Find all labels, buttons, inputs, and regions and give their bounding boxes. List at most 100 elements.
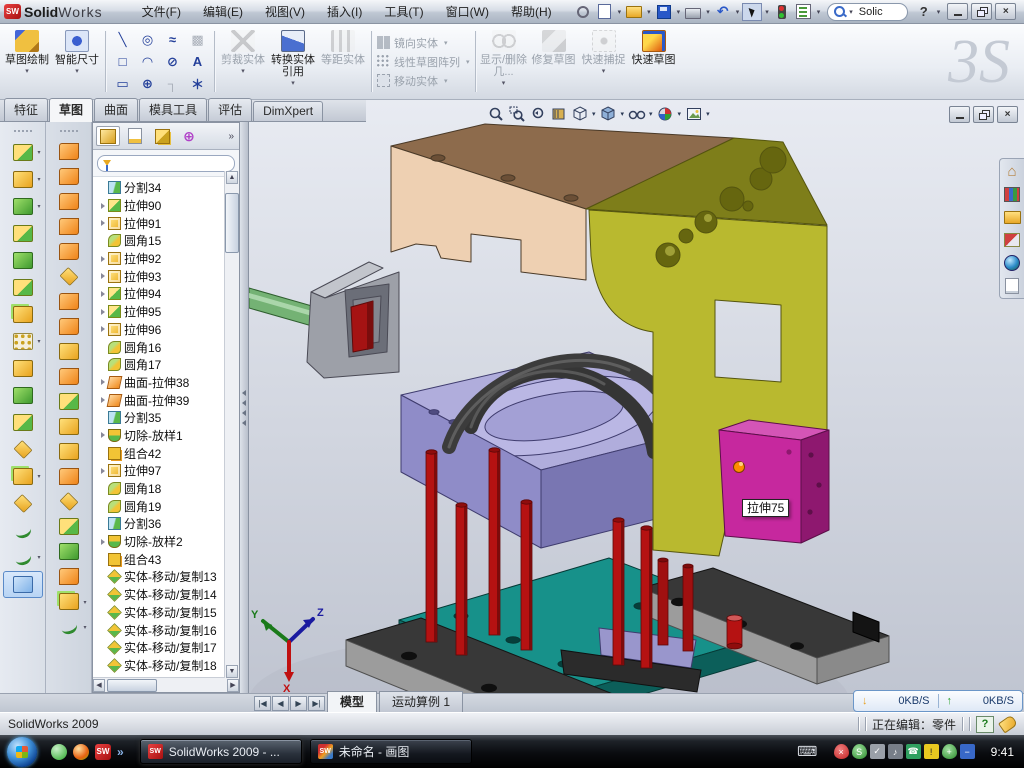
scroll-left-icon[interactable]: ◀ (93, 679, 105, 692)
tree-item[interactable]: 组合42 (95, 444, 239, 462)
toolbar-button[interactable]: ▾ (3, 571, 43, 598)
tree-item[interactable]: 拉伸92 (95, 250, 239, 268)
apply-scene-icon[interactable] (684, 104, 703, 123)
scroll-thumb[interactable] (225, 193, 239, 253)
insert-block-magenta[interactable] (719, 420, 829, 543)
menu-item[interactable]: 编辑(E) (192, 0, 254, 23)
tree-item[interactable]: 拉伸90 (95, 197, 239, 215)
tree-item[interactable]: 圆角16 (95, 338, 239, 356)
tree-item[interactable]: 实体-移动/复制15 (95, 604, 239, 622)
graphics-area[interactable]: Y Z X ▾ ▾ (248, 100, 1024, 693)
expand-arrow-icon[interactable] (101, 539, 105, 545)
ribbon-tab[interactable]: DimXpert (253, 101, 323, 121)
search-input[interactable] (857, 5, 901, 19)
document-tab[interactable]: 运动算例 1 (379, 691, 463, 712)
expand-arrow-icon[interactable] (101, 273, 105, 279)
tree-item[interactable]: 拉伸94 (95, 285, 239, 303)
scroll-up-icon[interactable]: ▲ (226, 171, 238, 184)
options-icon[interactable] (794, 3, 814, 21)
toolbar-button[interactable]: ▾ (3, 139, 43, 166)
warning-icon[interactable]: ! (924, 744, 939, 759)
menu-item[interactable]: 视图(V) (254, 0, 316, 23)
tree-item[interactable]: 切除-放样2 (95, 533, 239, 551)
pattern-tool-button[interactable]: 线性草图阵列 ▾ (377, 54, 470, 70)
appearances-icon[interactable] (1003, 254, 1021, 272)
smart-dimension-button[interactable]: 智能尺寸 ▾ (52, 27, 102, 96)
trim-entities-button[interactable]: 剪裁实体 ▾ (218, 27, 268, 96)
display-delete-relations-button[interactable]: 显示/删除几... ▾ (479, 27, 529, 96)
select-tool-icon[interactable] (742, 3, 762, 21)
doc-close-button[interactable]: × (997, 106, 1018, 123)
toolbar-button[interactable]: ▾ (3, 274, 43, 301)
sketch-entity-icon[interactable]: ◎ (135, 29, 160, 51)
toolbar-button[interactable]: ▾ (3, 328, 43, 355)
view-orientation-icon[interactable] (570, 104, 589, 123)
sketch-entity-icon[interactable]: □ (110, 51, 135, 73)
tree-item[interactable]: 拉伸96 (95, 321, 239, 339)
configurationmanager-tab[interactable] (150, 126, 174, 146)
tree-item[interactable]: 曲面-拉伸39 (95, 391, 239, 409)
sketch-entity-icon[interactable]: A (185, 51, 210, 73)
quicklaunch-app-icon[interactable] (73, 744, 89, 760)
sketch-entity-icon[interactable]: ＊ (185, 73, 210, 95)
toolbar-button[interactable]: ▾ (3, 193, 43, 220)
panel-splitter[interactable] (240, 122, 248, 693)
file-explorer-icon[interactable] (1003, 208, 1021, 226)
tree-item[interactable]: 分割34 (95, 179, 239, 197)
help-icon[interactable]: ? (914, 3, 934, 21)
print-icon[interactable] (683, 3, 703, 21)
more-tabs-chevron[interactable]: » (228, 131, 236, 142)
pattern-tool-button[interactable]: 移动实体 ▾ (377, 73, 470, 89)
menu-item[interactable]: 工具(T) (373, 0, 434, 23)
toolbar-button[interactable]: ▾ (49, 489, 89, 514)
scroll-right-icon[interactable]: ▶ (227, 679, 239, 692)
expand-arrow-icon[interactable] (101, 291, 105, 297)
expand-arrow-icon[interactable] (101, 379, 105, 385)
sketch-entity-icon[interactable]: ⊘ (160, 51, 185, 73)
featuremanager-tab[interactable] (96, 126, 120, 146)
offset-entities-button[interactable]: 等距实体 (318, 27, 368, 96)
custom-properties-icon[interactable] (1003, 277, 1021, 295)
tree-item[interactable]: 组合43 (95, 550, 239, 568)
model-3d-scene[interactable]: Y Z X (249, 100, 1024, 693)
menu-item[interactable]: 帮助(H) (500, 0, 563, 23)
minimize-button[interactable] (947, 3, 968, 20)
previous-view-icon[interactable] (528, 104, 547, 123)
tree-item[interactable]: 圆角15 (95, 232, 239, 250)
tree-item[interactable]: 分割36 (95, 515, 239, 533)
tree-item[interactable]: 实体-移动/复制14 (95, 586, 239, 604)
open-icon[interactable] (624, 3, 644, 21)
toolbar-button[interactable]: ▾ (3, 463, 43, 490)
tree-item[interactable]: 拉伸91 (95, 214, 239, 232)
prev-tab-icon[interactable]: ◀ (272, 696, 289, 711)
shield-plus-icon[interactable]: + (942, 744, 957, 759)
tree-horizontal-scrollbar[interactable]: ◀ ▶ (93, 677, 239, 692)
ribbon-tab[interactable]: 评估 (208, 98, 252, 121)
rebuild-traffic-light-icon[interactable] (772, 3, 792, 21)
toolbar-button[interactable]: ▾ (49, 364, 89, 389)
tag-icon[interactable] (998, 714, 1018, 733)
toolbar-button[interactable]: ▾ (3, 301, 43, 328)
toolbar-button[interactable]: ▾ (3, 409, 43, 436)
toolbar-button[interactable]: ▾ (3, 517, 43, 544)
tree-item[interactable]: 切除-放样1 (95, 427, 239, 445)
save-icon[interactable] (654, 3, 674, 21)
sketch-button[interactable]: 草图绘制 ▾ (2, 27, 52, 96)
expand-arrow-icon[interactable] (101, 256, 105, 262)
tree-item[interactable]: 实体-移动/复制16 (95, 621, 239, 639)
first-tab-icon[interactable]: |◀ (254, 696, 271, 711)
toolbar-button[interactable]: ▾ (49, 589, 89, 614)
toolbar-button[interactable]: ▾ (49, 239, 89, 264)
propertymanager-tab[interactable] (123, 126, 147, 146)
palette-icon[interactable] (1003, 231, 1021, 249)
toolbar-button[interactable]: ▾ (3, 490, 43, 517)
tree-item[interactable]: 圆角17 (95, 356, 239, 374)
pin-toolbar-icon[interactable] (573, 3, 593, 21)
tree-item[interactable]: 圆角19 (95, 497, 239, 515)
ribbon-tab[interactable]: 模具工具 (139, 98, 207, 121)
taskbar-button[interactable]: SW 未命名 - 画图 (310, 739, 472, 764)
toolbar-button[interactable]: ▾ (49, 264, 89, 289)
edit-appearance-icon[interactable] (656, 104, 675, 123)
zoom-area-icon[interactable] (507, 104, 526, 123)
sketch-entity-icon[interactable]: ▭ (110, 73, 135, 95)
